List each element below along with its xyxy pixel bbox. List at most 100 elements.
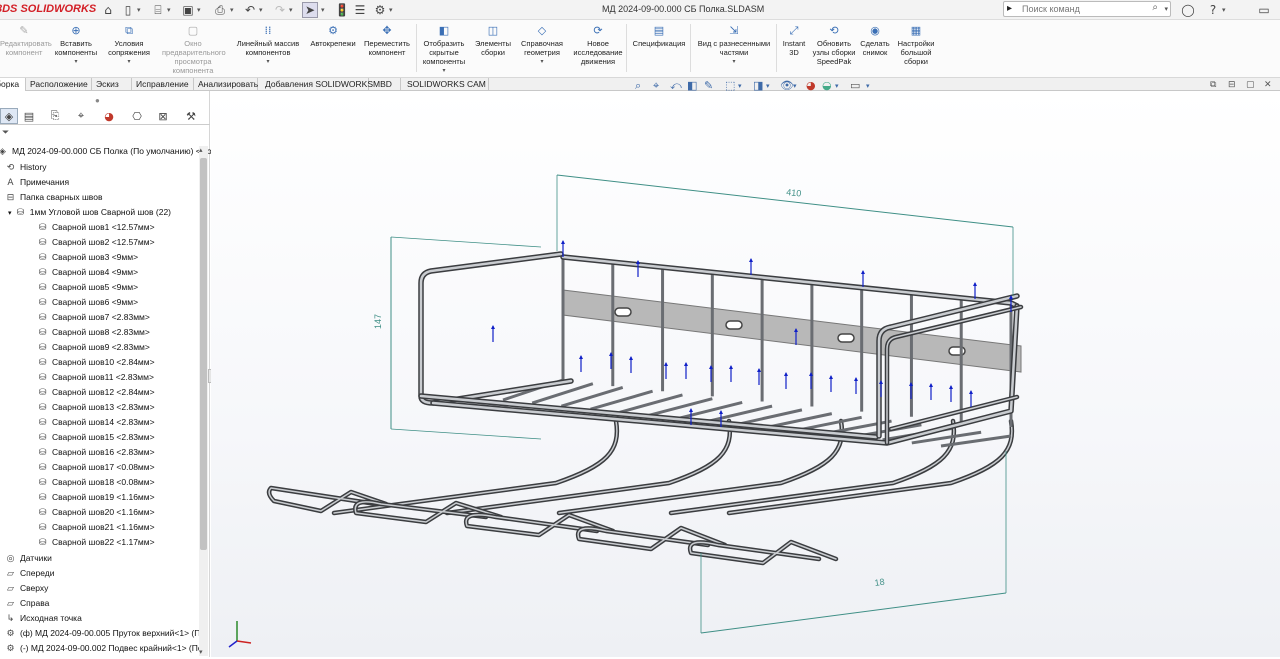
ribbon-button-insert-components[interactable]: ⊕ Вставить компоненты ▾ (50, 20, 102, 78)
dimension-height-label[interactable]: 147 (373, 314, 383, 329)
dimension-extension[interactable] (390, 236, 542, 248)
ribbon-button-mate[interactable]: ⧉ Условия сопряжения ▾ (104, 20, 154, 78)
shelf-assembly-model[interactable]: 410 147 18 (211, 91, 1280, 657)
tree-filter-icon[interactable]: ⏷ (2, 128, 9, 138)
tree-item[interactable]: ▱ Спереди (4, 566, 54, 581)
tree-item[interactable]: ▱ Справа (4, 596, 49, 611)
ribbon-button-motion-study[interactable]: ⟳ Новое исследование движения (570, 20, 626, 78)
chevron-down-icon[interactable]: ▾ (230, 6, 234, 14)
tree-item-weld[interactable]: ⛁ Сварной шов5 <9мм> (36, 280, 138, 295)
tab-6[interactable]: MBD (369, 78, 401, 91)
user-account-icon[interactable]: ◯ (1180, 2, 1196, 18)
rebuild-icon[interactable]: 🚦 (334, 2, 350, 18)
weld-marker-arrow[interactable] (969, 390, 973, 394)
weld-marker-arrow[interactable] (579, 355, 583, 359)
undo-icon[interactable]: ↶ (242, 2, 258, 18)
weld-marker-arrow[interactable] (629, 356, 633, 360)
tree-item[interactable]: ⚙ (ф) МД 2024-09-00.005 Пруток верхний<1>… (4, 626, 205, 641)
weld-marker-arrow[interactable] (861, 270, 865, 274)
tree-item-weld[interactable]: ⛁ Сварной шов14 <2.83мм> (36, 415, 155, 430)
tree-item-weld[interactable]: ⛁ Сварной шов3 <9мм> (36, 250, 138, 265)
chevron-down-icon[interactable]: ▾ (137, 6, 141, 14)
graphics-viewport[interactable]: 410 147 18 (211, 91, 1280, 657)
weld-marker-arrow[interactable] (684, 362, 688, 366)
print-icon[interactable]: ⎙ (212, 2, 228, 18)
chevron-down-icon[interactable]: ▾ (50, 57, 102, 66)
tree-item[interactable]: ▾ ⛁ 1мм Угловой шов Сварной шов (22) (8, 205, 171, 220)
tab-5[interactable]: Добавления SOLIDWORKS (261, 78, 373, 91)
weld-marker-arrow[interactable] (561, 240, 565, 244)
restore-window-icon[interactable]: ⧉ (1210, 80, 1216, 90)
tab-7[interactable]: SOLIDWORKS CAM (403, 78, 489, 91)
ribbon-button-smart-fasteners[interactable]: ⚙ Автокрепежи (306, 20, 360, 78)
weld-marker-arrow[interactable] (729, 365, 733, 369)
chevron-down-icon[interactable]: ▾ (766, 82, 770, 90)
tree-item-weld[interactable]: ⛁ Сварной шов10 <2.84мм> (36, 355, 155, 370)
ribbon-button-exploded-view[interactable]: ⇲ Вид с разнесенными частями ▾ (692, 20, 776, 78)
cam-tool-tree-tab-icon[interactable]: ⚒ (182, 108, 200, 124)
weld-marker-arrow[interactable] (757, 368, 761, 372)
weld-marker-arrow[interactable] (949, 385, 953, 389)
ribbon-button-bom[interactable]: ▤ Спецификация (628, 20, 690, 78)
ribbon-button-move-component[interactable]: ✥ Переместить компонент (360, 20, 414, 78)
tree-item-weld[interactable]: ⛁ Сварной шов16 <2.83мм> (36, 445, 155, 460)
help-icon[interactable]: ? (1205, 2, 1221, 18)
chevron-down-icon[interactable]: ▾ (197, 6, 201, 14)
tile-window-icon[interactable]: ⊟ (1228, 80, 1236, 90)
tree-item-weld[interactable]: ⛁ Сварной шов17 <0.08мм> (36, 460, 155, 475)
display-manager-tab-icon[interactable]: ◕ (100, 108, 118, 124)
chevron-down-icon[interactable]: ▾ (835, 82, 839, 90)
dimension-bottom-label[interactable]: 18 (874, 577, 885, 588)
ribbon-button-speedpak[interactable]: ⟲ Обновить узлы сборки SpeedPak (812, 20, 856, 78)
tree-item-weld[interactable]: ⛁ Сварной шов18 <0.08мм> (36, 475, 155, 490)
weld-marker-arrow[interactable] (689, 408, 693, 412)
weld-marker-arrow[interactable] (749, 258, 753, 262)
dimension-line-bottom[interactable] (700, 592, 1007, 634)
tree-scrollbar[interactable]: ▴ ▾ (199, 146, 208, 656)
tree-item[interactable]: ⚙ (-) МД 2024-09-00.002 Подвес крайний<1>… (4, 641, 202, 656)
tree-item-weld[interactable]: ⛁ Сварной шов11 <2.83мм> (36, 370, 154, 385)
tree-item[interactable]: ⟲ History (4, 160, 47, 175)
tree-item-weld[interactable]: ⛁ Сварной шов9 <2.83мм> (36, 340, 150, 355)
chevron-down-icon[interactable]: ▾ (389, 6, 393, 14)
open-folder-icon[interactable]: ⌸ (150, 2, 166, 18)
dimension-line-width[interactable] (556, 174, 1014, 228)
tree-item[interactable]: A Примечания (4, 175, 69, 190)
cam-feature-tree-tab-icon[interactable]: ⎔ (128, 108, 146, 124)
chevron-down-icon[interactable]: ▾ (232, 57, 304, 66)
tab-2[interactable]: Эскиз (92, 78, 132, 91)
tree-item-weld[interactable]: ⛁ Сварной шов4 <9мм> (36, 265, 138, 280)
weld-marker-arrow[interactable] (784, 372, 788, 376)
chevron-down-icon[interactable]: ▾ (104, 57, 154, 66)
tree-item[interactable]: ◎ Датчики (4, 551, 52, 566)
ribbon-button-show-hidden[interactable]: ◧ Отобразить скрытые компоненты ▾ (418, 20, 470, 78)
options-gear-icon[interactable]: ⚙ (372, 2, 388, 18)
ribbon-button-edit-component[interactable]: ✎ Редактировать компонент (0, 20, 52, 78)
new-document-icon[interactable]: ▯ (120, 2, 136, 18)
file-properties-icon[interactable]: ☰ (352, 2, 368, 18)
minimize-window-icon[interactable]: ▭ (1256, 2, 1272, 18)
chevron-down-icon[interactable]: ▾ (1164, 5, 1168, 13)
tree-item-weld[interactable]: ⛁ Сварной шов1 <12.57мм> (36, 220, 155, 235)
weld-marker-arrow[interactable] (929, 383, 933, 387)
scroll-up-icon[interactable]: ▴ (199, 146, 203, 154)
tree-item-weld[interactable]: ⛁ Сварной шов8 <2.83мм> (36, 325, 150, 340)
tree-root-assembly[interactable]: ◈ МД 2024-09-00.000 СБ Полка (По умолчани… (0, 144, 212, 159)
tab-3[interactable]: Исправление (132, 78, 194, 91)
tree-item[interactable]: ↳ Исходная точка (4, 611, 82, 626)
chevron-down-icon[interactable]: ▾ (167, 6, 171, 14)
chevron-down-icon[interactable]: ▾ (321, 6, 325, 14)
tree-item-weld[interactable]: ⛁ Сварной шов20 <1.16мм> (36, 505, 155, 520)
tree-item-weld[interactable]: ⛁ Сварной шов12 <2.84мм> (36, 385, 155, 400)
ribbon-button-snapshot[interactable]: ◉ Сделать снимок (858, 20, 892, 78)
dimension-extension[interactable] (390, 428, 542, 440)
home-icon[interactable]: ⌂ (100, 2, 116, 18)
maximize-viewport-icon[interactable]: ▢ (1246, 80, 1255, 90)
weld-marker-arrow[interactable] (973, 282, 977, 286)
dimxpert-manager-tab-icon[interactable]: ⌖ (72, 108, 90, 124)
panel-collapse-handle[interactable]: ● (95, 96, 100, 105)
weld-marker-arrow[interactable] (491, 325, 495, 329)
ribbon-button-instant3d[interactable]: ⤢ Instant 3D (778, 20, 810, 78)
chevron-down-icon[interactable]: ▾ (793, 82, 797, 90)
scrollbar-thumb[interactable] (200, 158, 207, 550)
